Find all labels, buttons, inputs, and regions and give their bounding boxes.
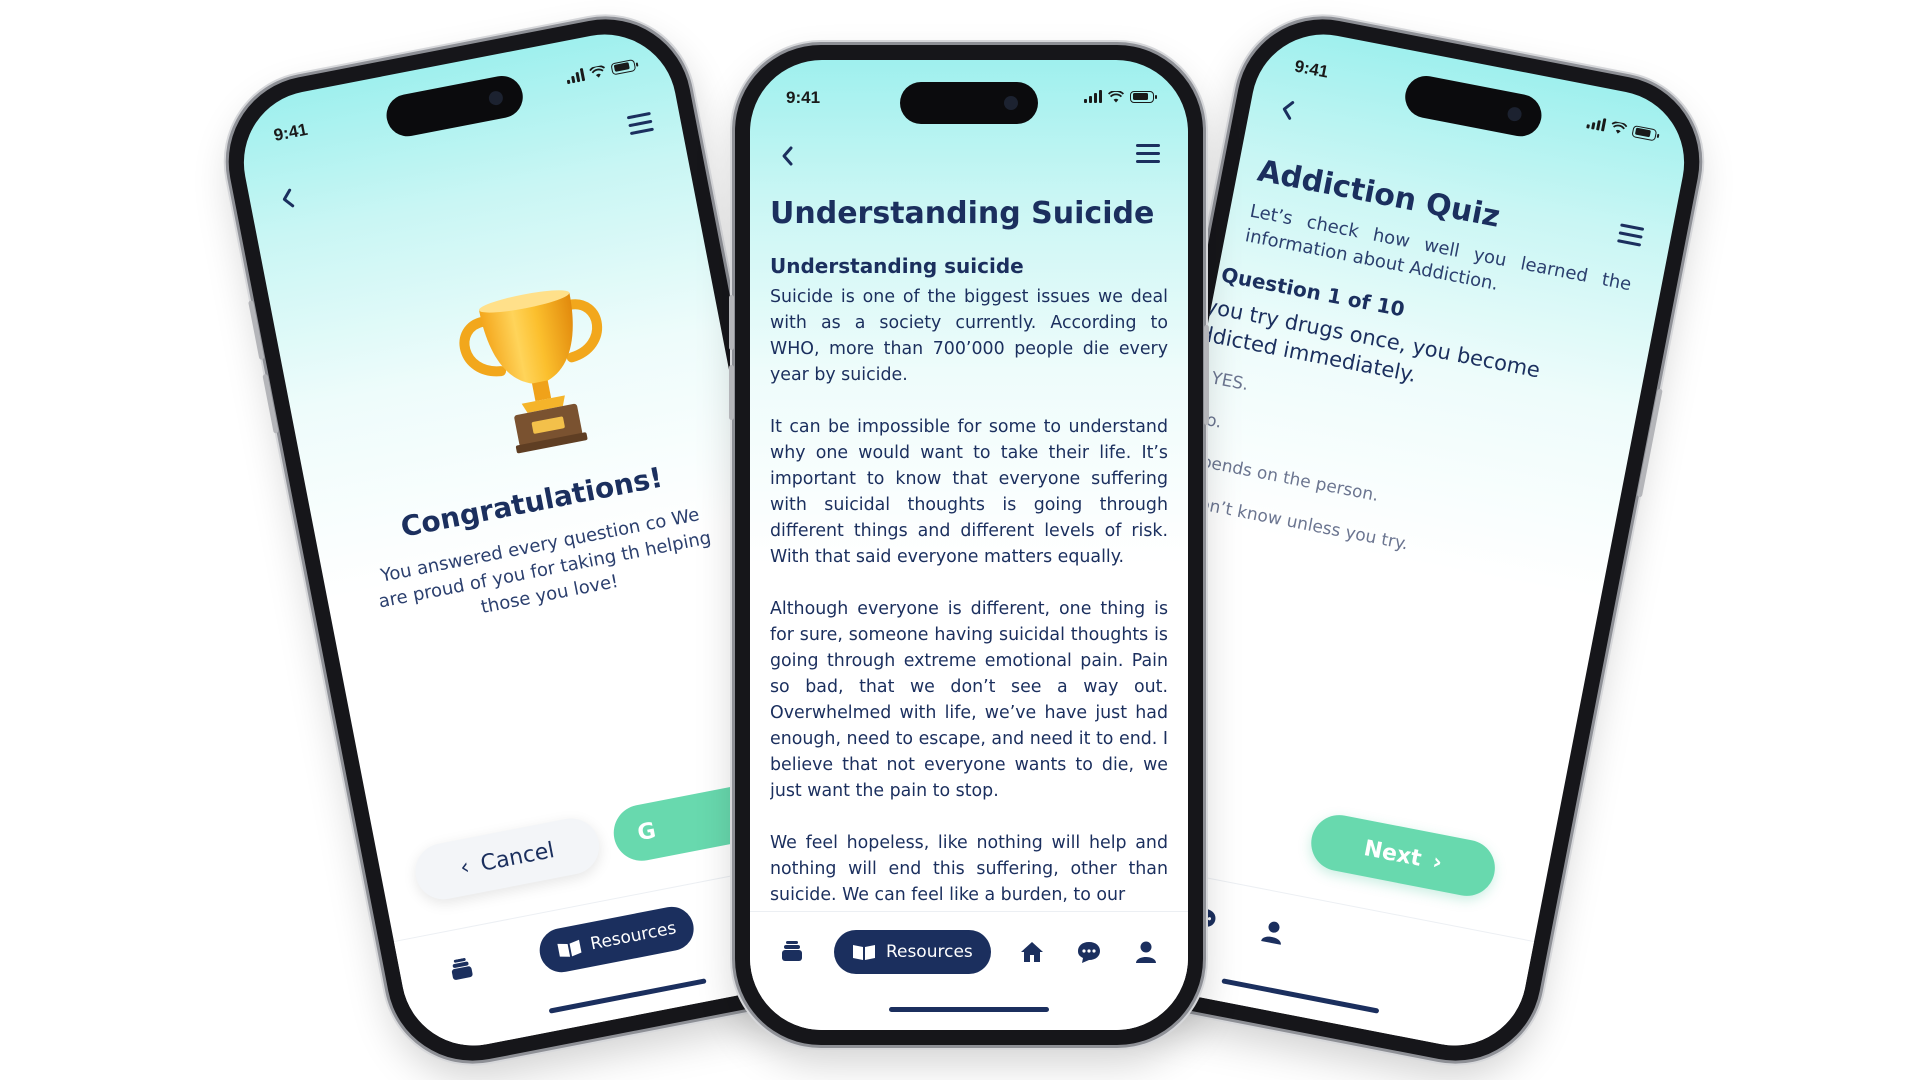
signal-icon xyxy=(1586,115,1607,132)
tab-resources[interactable]: Resources xyxy=(535,902,698,977)
article-body[interactable]: Understanding suicide Suicide is one of … xyxy=(770,254,1168,912)
next-button[interactable]: Next › xyxy=(1306,810,1500,901)
article-subtitle: Understanding suicide xyxy=(770,254,1024,278)
dynamic-island xyxy=(1401,72,1546,140)
back-chevron-icon[interactable] xyxy=(1276,96,1300,123)
chevron-right-icon: › xyxy=(1430,849,1445,876)
article-screen: 9:41 Understanding Suicide Understanding… xyxy=(750,60,1188,1030)
cancel-button[interactable]: ‹ Cancel xyxy=(410,813,604,905)
wifi-icon xyxy=(1611,120,1628,134)
open-book-icon xyxy=(852,945,875,960)
stack-icon[interactable] xyxy=(777,937,807,967)
answer-option[interactable]: YES. xyxy=(1210,368,1250,395)
volume-up-button xyxy=(248,300,265,361)
hamburger-menu-icon[interactable] xyxy=(626,111,655,138)
home-indicator xyxy=(1221,978,1380,1014)
person-icon[interactable] xyxy=(1131,937,1161,967)
open-book-icon xyxy=(556,939,582,957)
tab-bar: Resources xyxy=(750,911,1188,1030)
power-button xyxy=(1204,325,1209,425)
next-label: Next xyxy=(1361,835,1424,872)
signal-icon xyxy=(1084,90,1102,103)
back-chevron-icon[interactable] xyxy=(276,185,300,212)
status-time: 9:41 xyxy=(786,88,821,107)
status-icons xyxy=(565,58,637,85)
wifi-icon xyxy=(589,64,605,78)
volume-up-button xyxy=(729,295,734,350)
continue-label: G xyxy=(635,817,658,846)
hamburger-menu-icon[interactable] xyxy=(1616,223,1645,249)
tab-resources-label: Resources xyxy=(885,942,973,962)
stack-icon[interactable] xyxy=(444,952,479,987)
wifi-icon xyxy=(1108,90,1124,102)
signal-icon xyxy=(565,67,586,85)
battery-icon xyxy=(1130,90,1157,103)
volume-down-button xyxy=(262,373,279,434)
article-paragraph: Although everyone is different, one thin… xyxy=(770,599,1168,801)
battery-icon xyxy=(610,58,637,75)
trophy-icon xyxy=(459,290,603,454)
status-icons xyxy=(1084,90,1157,103)
question-text: you try drugs once, you become ddicted i… xyxy=(1197,293,1543,387)
article-paragraph: Suicide is one of the biggest issues we … xyxy=(770,287,1168,385)
tab-resources[interactable]: Resources xyxy=(833,930,991,974)
hamburger-menu-icon[interactable] xyxy=(1136,144,1160,166)
home-indicator xyxy=(889,1007,1049,1012)
cancel-label: Cancel xyxy=(478,837,557,877)
power-button xyxy=(1636,388,1663,498)
status-time: 9:41 xyxy=(1292,56,1330,82)
status-icons xyxy=(1586,115,1658,141)
home-indicator xyxy=(548,978,707,1014)
phone-center: 9:41 Understanding Suicide Understanding… xyxy=(729,45,1209,1045)
back-chevron-icon[interactable] xyxy=(778,144,798,168)
page-title: Understanding Suicide xyxy=(770,196,1155,231)
status-time: 9:41 xyxy=(272,119,310,145)
article-paragraph: It can be impossible for some to underst… xyxy=(770,417,1168,567)
volume-down-button xyxy=(729,365,734,420)
dynamic-island xyxy=(900,82,1038,124)
battery-icon xyxy=(1631,124,1658,141)
chat-bubble-icon[interactable] xyxy=(1074,937,1104,967)
person-icon[interactable] xyxy=(1256,915,1291,950)
article-paragraph: We feel hopeless, like nothing will help… xyxy=(770,833,1168,905)
dynamic-island xyxy=(382,72,527,140)
home-icon[interactable] xyxy=(1017,937,1047,967)
chevron-left-icon: ‹ xyxy=(458,854,472,881)
tab-resources-label: Resources xyxy=(588,918,678,955)
